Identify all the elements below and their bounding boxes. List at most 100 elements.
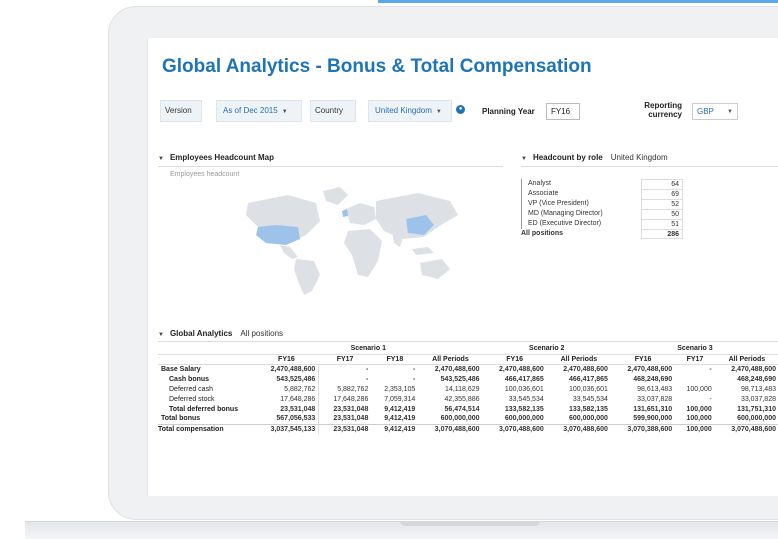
table-cell[interactable]: 56,474,514 (418, 404, 482, 414)
table-cell[interactable]: 23,531,048 (318, 423, 372, 434)
global-analytics-title: Global Analytics (169, 329, 233, 338)
role-row[interactable]: MD (Managing Director) 50 (521, 209, 691, 219)
info-icon[interactable]: ● (456, 105, 465, 114)
version-value: As of Dec 2015 (223, 106, 278, 115)
table-cell[interactable]: - (675, 364, 715, 374)
table-cell[interactable]: 9,412,419 (371, 414, 418, 424)
version-dropdown[interactable]: As of Dec 2015 ▼ (216, 100, 302, 122)
table-cell[interactable]: - (371, 364, 418, 374)
table-cell[interactable]: 5,882,762 (254, 384, 320, 394)
table-cell[interactable]: 2,470,488,600 (547, 364, 611, 374)
table-cell[interactable]: 33,545,534 (547, 394, 611, 404)
table-cell[interactable] (675, 374, 715, 384)
table-cell[interactable]: 2,470,488,600 (611, 364, 675, 374)
chevron-down-icon: ▼ (727, 109, 733, 115)
table-cell[interactable]: 42,355,886 (418, 394, 482, 404)
role-label: MD (Managing Director) (521, 209, 641, 219)
table-cell[interactable]: 14,118,629 (418, 384, 482, 394)
table-cell[interactable]: 468,248,690 (611, 374, 675, 384)
divider (158, 166, 503, 167)
reporting-currency-label-line1: Reporting (644, 101, 682, 110)
table-cell[interactable]: 33,037,828 (611, 394, 675, 404)
table-cell[interactable]: 131,651,310 (611, 404, 675, 414)
table-cell[interactable]: 600,000,000 (547, 414, 611, 424)
table-cell[interactable]: 23,531,048 (254, 404, 320, 414)
table-cell[interactable]: 7,059,314 (371, 394, 418, 404)
table-cell[interactable]: 17,648,286 (319, 394, 372, 404)
table-cell[interactable]: 543,525,486 (418, 374, 482, 384)
table-row[interactable]: Total bonus 567,056,533 23,531,048 9,412,41… (158, 414, 778, 424)
table-row[interactable]: Deferred cash 5,882,762 5,882,762 2,353,105… (158, 384, 778, 394)
planning-year-input[interactable]: FY16 (546, 103, 580, 120)
table-cell[interactable]: 23,531,048 (319, 404, 372, 414)
map-europe (346, 203, 376, 225)
table-cell[interactable]: 131,751,310 (715, 404, 778, 414)
table-cell[interactable]: 98,613,483 (611, 384, 675, 394)
country-dropdown[interactable]: United Kingdom ▼ (368, 100, 452, 122)
currency-dropdown[interactable]: GBP ▼ (692, 103, 738, 120)
table-cell[interactable]: 3,070,488,600 (418, 423, 483, 434)
table-cell[interactable]: 100,000 (675, 384, 715, 394)
table-cell[interactable]: 543,525,486 (254, 374, 320, 384)
table-cell[interactable]: 466,417,865 (483, 374, 547, 384)
table-cell[interactable]: 3,037,545,133 (254, 423, 320, 434)
table-cell[interactable]: 100,036,601 (547, 384, 611, 394)
reporting-currency-label: Reporting currency (638, 101, 682, 119)
column-header: FY16 (254, 354, 319, 365)
headcount-by-role-country: United Kingdom (610, 153, 668, 162)
table-cell[interactable]: 5,882,762 (319, 384, 372, 394)
table-cell[interactable]: - (371, 374, 418, 384)
table-cell[interactable]: 133,582,135 (483, 404, 547, 414)
table-row[interactable]: Deferred stock 17,648,286 17,648,286 7,059,… (158, 394, 778, 404)
table-cell[interactable]: 133,582,135 (547, 404, 611, 414)
table-cell[interactable]: 17,648,286 (254, 394, 320, 404)
table-cell[interactable]: - (319, 374, 372, 384)
headcount-map-header[interactable]: ▼ Employees Headcount Map (158, 153, 274, 162)
table-cell[interactable]: 100,000 (675, 423, 715, 434)
table-cell[interactable]: 600,000,000 (418, 414, 482, 424)
role-row[interactable]: Associate 69 (521, 189, 691, 199)
role-row[interactable]: Analyst 64 (521, 179, 691, 189)
table-cell[interactable]: 23,531,048 (319, 414, 372, 424)
table-cell[interactable]: - (319, 364, 372, 374)
table-cell[interactable]: 3,070,488,600 (482, 423, 547, 434)
table-row[interactable]: Total compensation 3,037,545,133 23,531,04… (158, 423, 778, 434)
table-cell[interactable]: 468,248,690 (715, 374, 778, 384)
headcount-by-role-title: Headcount by role (532, 153, 603, 162)
table-cell[interactable]: 9,412,419 (371, 423, 419, 434)
table-cell[interactable]: 2,470,488,600 (254, 364, 320, 374)
table-cell[interactable]: 466,417,865 (547, 374, 611, 384)
table-cell[interactable]: 600,000,000 (483, 414, 547, 424)
role-row[interactable]: VP (Vice President) 52 (521, 199, 691, 209)
table-cell[interactable]: 98,713,483 (715, 384, 778, 394)
table-row[interactable]: Cash bonus 543,525,486- -543,525,486 466,41… (158, 374, 778, 384)
table-cell[interactable]: 3,070,488,600 (546, 423, 611, 434)
table-cell[interactable]: 2,470,488,600 (715, 364, 778, 374)
map-indonesia (412, 247, 434, 255)
table-cell[interactable]: 599,900,000 (611, 414, 675, 424)
table-cell[interactable]: 600,000,000 (715, 414, 778, 424)
table-cell[interactable]: 33,037,828 (715, 394, 778, 404)
table-cell[interactable]: - (675, 394, 715, 404)
table-cell[interactable]: 33,545,534 (483, 394, 547, 404)
table-cell[interactable]: 2,470,488,600 (418, 364, 482, 374)
global-analytics-filter: All positions (240, 329, 284, 338)
laptop-notch (400, 521, 540, 526)
role-label: VP (Vice President) (521, 199, 641, 209)
table-cell[interactable]: 3,070,488,600 (714, 423, 778, 434)
currency-value: GBP (697, 107, 714, 116)
global-analytics-header[interactable]: ▼ Global Analytics All positions (158, 329, 283, 338)
table-cell[interactable]: 2,353,105 (371, 384, 418, 394)
table-cell[interactable]: 3,070,388,600 (610, 423, 676, 434)
table-row[interactable]: Base Salary 2,470,488,600- -2,470,488,600 2… (158, 364, 778, 374)
table-row[interactable]: Total deferred bonus 23,531,048 23,531,048… (158, 404, 778, 414)
table-cell[interactable]: 2,470,488,600 (483, 364, 547, 374)
table-cell[interactable]: 9,412,419 (371, 404, 418, 414)
role-row[interactable]: ED (Executive Director) 51 (521, 219, 691, 229)
table-cell[interactable]: 100,000 (675, 414, 715, 424)
table-cell[interactable]: 567,056,533 (254, 414, 320, 424)
headcount-by-role-header[interactable]: ▼ Headcount by role United Kingdom (521, 153, 668, 162)
table-cell[interactable]: 100,000 (675, 404, 715, 414)
role-total-row[interactable]: All positions 286 (521, 229, 691, 239)
table-cell[interactable]: 100,036,601 (483, 384, 547, 394)
